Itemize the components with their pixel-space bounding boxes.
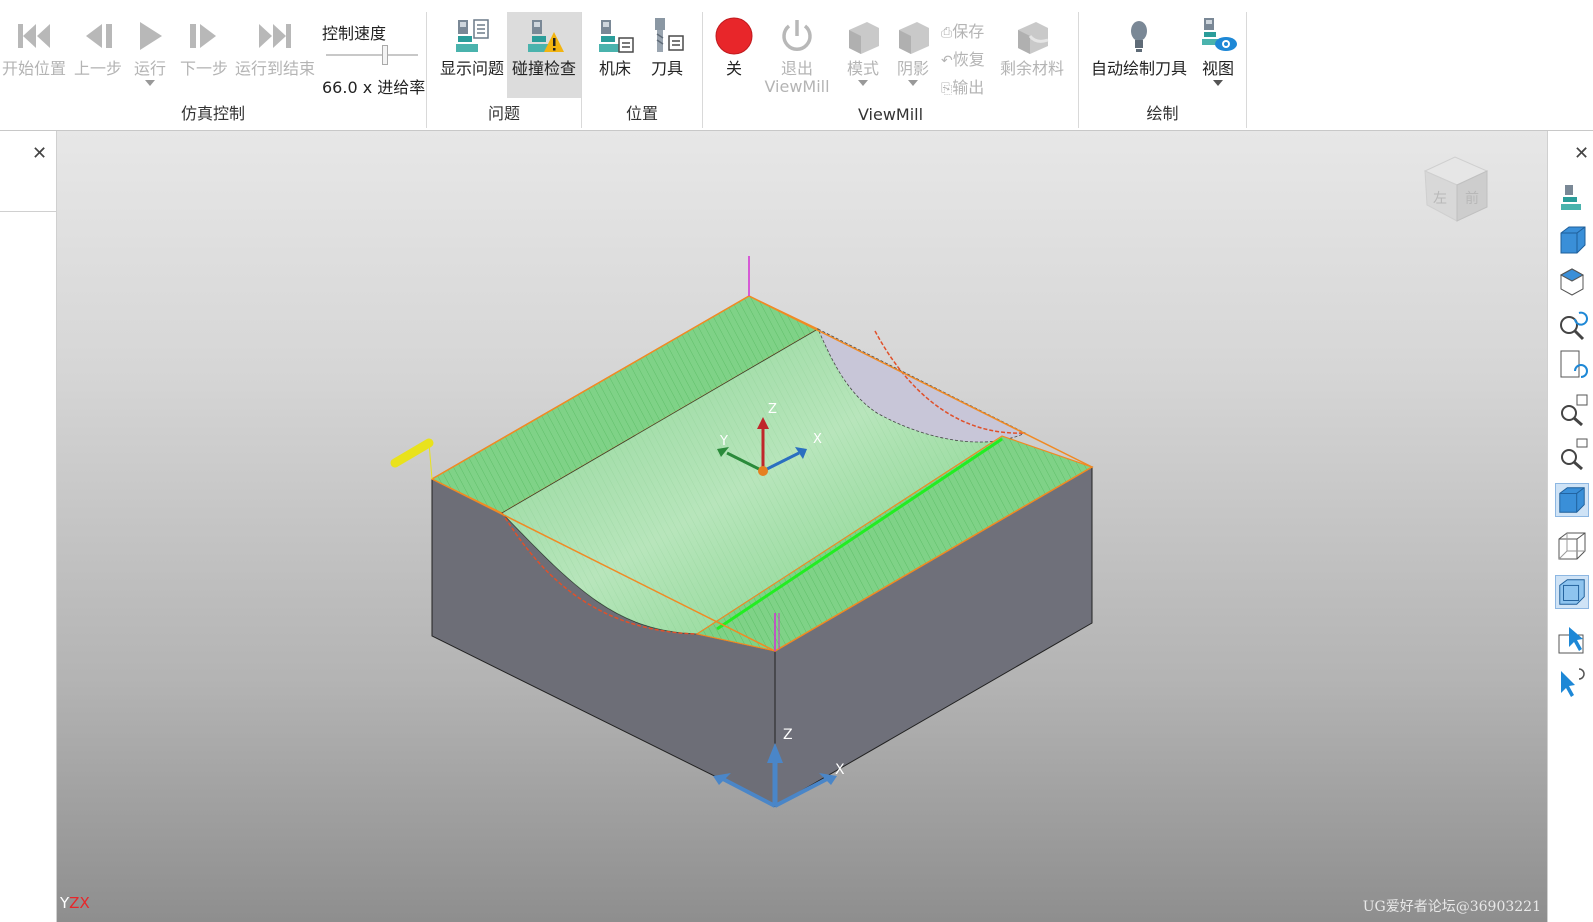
zoom-fit-icon[interactable]: [1555, 393, 1589, 427]
world-axis-x-label: X: [835, 762, 845, 778]
top-view-icon[interactable]: [1555, 265, 1589, 299]
lightbulb-icon: [1131, 21, 1147, 52]
auto-draw-tool-button[interactable]: 自动绘制刀具: [1087, 12, 1191, 78]
step-back-icon: [86, 24, 112, 48]
step-forward-icon: [190, 24, 216, 48]
left-panel-divider: [0, 211, 57, 212]
shade-dropdown-arrow[interactable]: [908, 80, 918, 86]
start-position-button[interactable]: 开始位置: [0, 12, 68, 78]
view-cube[interactable]: [1423, 156, 1489, 222]
zoom-window-icon[interactable]: [1555, 437, 1589, 471]
restore-button[interactable]: ↶恢复: [941, 46, 985, 70]
shaded-cube-icon: [1559, 487, 1585, 513]
shaded-mode-button[interactable]: [1555, 483, 1589, 517]
next-step-button[interactable]: 下一步: [176, 12, 232, 78]
mode-dropdown-arrow[interactable]: [858, 80, 868, 86]
world-axis-z-label: Z: [783, 727, 793, 743]
remaining-material-icon: [1018, 22, 1049, 54]
left-panel: ✕: [0, 131, 57, 922]
collision-check-button[interactable]: 碰撞检查: [507, 12, 581, 98]
undo-select-icon[interactable]: [1555, 665, 1589, 699]
show-problems-icon: [456, 19, 489, 52]
speed-value: 66.0 x 进给率: [322, 78, 426, 97]
ribbon: 开始位置 上一步 运行 下一步 运行到结束 控制速度 66.0 x 进给率 仿真…: [0, 0, 1593, 131]
shade-block-icon: [899, 22, 929, 54]
right-toolbar: ✕: [1547, 131, 1593, 922]
wireframe-cube-icon[interactable]: [1555, 529, 1589, 563]
record-off-icon: [715, 17, 753, 55]
group-position: 机床 刀具 位置: [582, 12, 703, 128]
skip-start-icon: [18, 24, 50, 48]
viewmill-off-button[interactable]: 关: [711, 12, 757, 78]
shade-button[interactable]: 阴影: [889, 12, 937, 86]
mode-block-icon: [849, 22, 879, 54]
machine-icon: [599, 20, 634, 53]
skip-end-icon: [259, 24, 291, 48]
save-button[interactable]: ⎙保存: [941, 18, 984, 42]
local-axis-x-label: X: [813, 432, 822, 447]
view-cube-front-label: 前: [1465, 190, 1479, 207]
run-button[interactable]: 运行: [128, 12, 172, 86]
model-canvas[interactable]: Z X Y Z X 左 前: [57, 131, 1547, 922]
group-label-draw: 绘制: [1146, 104, 1179, 123]
corner-axis-triad: YZX: [60, 894, 90, 912]
cutting-tool: [390, 438, 434, 468]
speed-label: 控制速度: [322, 24, 387, 43]
remaining-material-button[interactable]: 剩余材料: [993, 12, 1071, 78]
watermark: UG爱好者论坛@36903221: [1362, 899, 1541, 915]
output-icon: ⎘: [941, 81, 953, 97]
exit-viewmill-button[interactable]: 退出 ViewMill: [759, 12, 835, 96]
view-cube-left-label: 左: [1433, 191, 1447, 207]
group-label-problems: 问题: [487, 104, 520, 123]
local-axis-y-label: Y: [719, 434, 728, 449]
view-button[interactable]: 视图: [1193, 12, 1243, 86]
group-label-viewmill: ViewMill: [857, 105, 924, 124]
mode-button[interactable]: 模式: [839, 12, 887, 86]
transparent-cube-icon: [1559, 579, 1585, 605]
restore-icon: ↶: [941, 53, 953, 69]
play-icon: [140, 22, 162, 50]
group-draw: 自动绘制刀具 视图 绘制: [1079, 12, 1247, 128]
view-eye-icon: [1202, 18, 1237, 51]
save-icon: ⎙: [941, 25, 953, 41]
tool-button[interactable]: 刀具: [642, 12, 692, 78]
collision-warning-icon: [528, 20, 564, 52]
local-axis-z-label: Z: [768, 402, 777, 417]
iso-view-icon[interactable]: [1555, 223, 1589, 257]
group-viewmill: 关 退出 ViewMill 模式 阴影 ⎙保存 ↶恢复 ⎘输出 剩余材料 Vie…: [703, 12, 1079, 128]
3d-viewport[interactable]: Z X Y Z X 左 前 YZX UG爱好者论坛@36903221: [57, 131, 1547, 922]
group-label-position: 位置: [625, 104, 658, 123]
show-problems-button[interactable]: 显示问题: [439, 12, 505, 78]
previous-step-button[interactable]: 上一步: [70, 12, 126, 78]
select-arrow-icon[interactable]: [1555, 623, 1589, 657]
output-button[interactable]: ⎘输出: [941, 74, 984, 98]
transparent-mode-button[interactable]: [1555, 575, 1589, 609]
run-dropdown-arrow[interactable]: [145, 80, 155, 86]
left-panel-close-icon[interactable]: ✕: [32, 143, 47, 164]
right-panel-close-icon[interactable]: ✕: [1574, 143, 1589, 164]
refresh-page-icon[interactable]: [1555, 349, 1589, 383]
group-problems: 显示问题 碰撞检查 问题: [427, 12, 582, 128]
speed-slider-track[interactable]: [326, 54, 418, 56]
group-simulation-control: 开始位置 上一步 运行 下一步 运行到结束 控制速度 66.0 x 进给率 仿真…: [0, 12, 427, 128]
power-icon: [782, 20, 812, 51]
group-label-simulation-control: 仿真控制: [180, 104, 245, 123]
tool-leader-line: [428, 442, 433, 480]
machine-button[interactable]: 机床: [590, 12, 640, 78]
speed-slider-thumb[interactable]: [382, 45, 388, 65]
view-dropdown-arrow[interactable]: [1213, 80, 1223, 86]
zoom-reset-icon[interactable]: [1555, 307, 1589, 341]
machine-view-icon[interactable]: [1555, 181, 1589, 215]
run-to-end-button[interactable]: 运行到结束: [232, 12, 318, 78]
tool-icon: [655, 18, 684, 52]
